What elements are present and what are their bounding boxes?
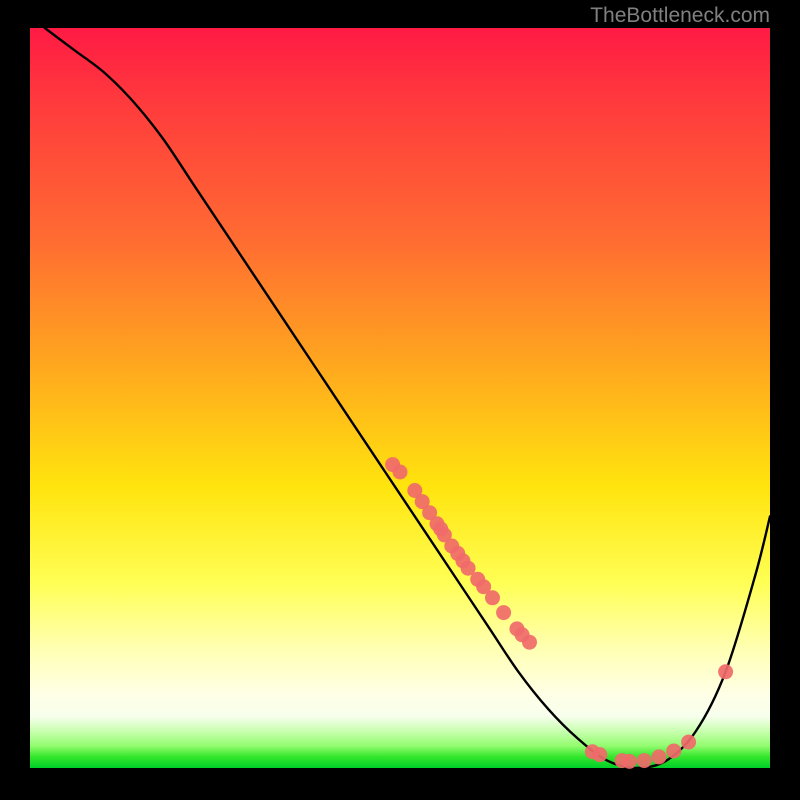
chart-overlay-svg <box>0 0 800 800</box>
chart-frame: TheBottleneck.com <box>0 0 800 800</box>
scatter-dot <box>637 753 652 768</box>
scatter-dot <box>652 749 667 764</box>
scatter-dot <box>522 635 537 650</box>
scatter-dot <box>622 754 637 769</box>
curve-layer <box>45 28 770 768</box>
attribution-text: TheBottleneck.com <box>590 4 770 28</box>
scatter-dot <box>718 664 733 679</box>
scatter-dot <box>496 605 511 620</box>
bottleneck-curve <box>45 28 770 768</box>
scatter-dot <box>393 465 408 480</box>
scatter-dot <box>666 743 681 758</box>
scatter-dot <box>592 747 607 762</box>
scatter-dot <box>681 735 696 750</box>
scatter-dot <box>485 590 500 605</box>
